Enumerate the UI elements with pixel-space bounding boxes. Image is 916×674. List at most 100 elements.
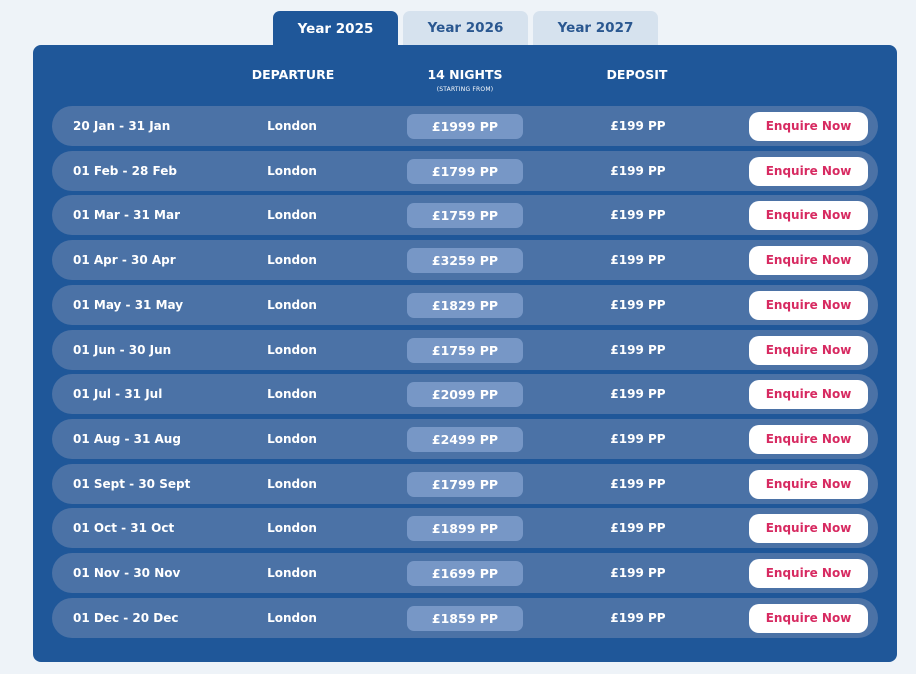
row-dates: 01 Aug - 31 Aug	[73, 432, 181, 446]
pricing-panel: DEPARTURE 14 NIGHTS (STARTING FROM) DEPO…	[33, 45, 897, 662]
enquire-now-button[interactable]: Enquire Now	[749, 558, 868, 588]
tab-year-2026[interactable]: Year 2026	[403, 11, 528, 45]
row-dates: 01 Sept - 30 Sept	[73, 477, 191, 491]
row-departure-city: London	[267, 566, 317, 580]
row-departure-city: London	[267, 208, 317, 222]
row-price: £1999 PP	[407, 113, 523, 139]
enquire-now-button[interactable]: Enquire Now	[749, 156, 868, 186]
row-deposit: £199 PP	[610, 432, 666, 446]
row-price-cell: £1899 PP	[407, 508, 523, 548]
row-deposit: £199 PP	[610, 477, 666, 491]
table-row: 01 Jun - 30 Jun London £1759 PP £199 PP Enqu…	[52, 330, 878, 370]
table-row: 01 Mar - 31 Mar London £1759 PP £199 PP Enqu…	[52, 195, 878, 235]
row-departure-city: London	[267, 164, 317, 178]
enquire-now-button[interactable]: Enquire Now	[749, 424, 868, 454]
tab-year-2027[interactable]: Year 2027	[533, 11, 658, 45]
row-cta-cell: Enquire Now	[749, 553, 868, 593]
row-dates: 20 Jan - 31 Jan	[73, 119, 171, 133]
table-row: 01 May - 31 May London £1829 PP £199 PP Enqu…	[52, 285, 878, 325]
header-nights: 14 NIGHTS (STARTING FROM)	[395, 67, 535, 93]
row-deposit: £199 PP	[610, 521, 666, 535]
row-departure-city: London	[267, 119, 317, 133]
row-cta-cell: Enquire Now	[749, 195, 868, 235]
row-price: £1799 PP	[407, 471, 523, 497]
tab-year-2025[interactable]: Year 2025	[273, 11, 398, 47]
row-deposit: £199 PP	[610, 298, 666, 312]
row-price-cell: £1799 PP	[407, 151, 523, 191]
row-price-cell: £1759 PP	[407, 330, 523, 370]
enquire-now-button[interactable]: Enquire Now	[749, 200, 868, 230]
row-price-cell: £3259 PP	[407, 240, 523, 280]
table-row: 20 Jan - 31 Jan London £1999 PP £199 PP Enqu…	[52, 106, 878, 146]
enquire-now-button[interactable]: Enquire Now	[749, 290, 868, 320]
table-row: 01 Jul - 31 Jul London £2099 PP £199 PP Enqu…	[52, 374, 878, 414]
header-nights-label: 14 NIGHTS	[427, 67, 503, 82]
enquire-now-button[interactable]: Enquire Now	[749, 335, 868, 365]
row-cta-cell: Enquire Now	[749, 374, 868, 414]
row-price: £2499 PP	[407, 426, 523, 452]
row-deposit: £199 PP	[610, 208, 666, 222]
table-row: 01 Aug - 31 Aug London £2499 PP £199 PP Enqu…	[52, 419, 878, 459]
table-row: 01 Nov - 30 Nov London £1699 PP £199 PP Enqu…	[52, 553, 878, 593]
row-price-cell: £1999 PP	[407, 106, 523, 146]
row-departure-city: London	[267, 521, 317, 535]
row-price-cell: £1829 PP	[407, 285, 523, 325]
header-departure: DEPARTURE	[251, 67, 335, 82]
row-deposit: £199 PP	[610, 343, 666, 357]
row-departure-city: London	[267, 298, 317, 312]
row-price: £1859 PP	[407, 605, 523, 631]
row-dates: 01 May - 31 May	[73, 298, 184, 312]
year-tabs: Year 2025 Year 2026 Year 2027	[273, 11, 658, 47]
row-departure-city: London	[267, 432, 317, 446]
enquire-now-button[interactable]: Enquire Now	[749, 111, 868, 141]
row-departure-city: London	[267, 611, 317, 625]
table-row: 01 Sept - 30 Sept London £1799 PP £199 PP En…	[52, 464, 878, 504]
row-cta-cell: Enquire Now	[749, 106, 868, 146]
row-dates: 01 Apr - 30 Apr	[73, 253, 176, 267]
row-deposit: £199 PP	[610, 387, 666, 401]
enquire-now-button[interactable]: Enquire Now	[749, 603, 868, 633]
row-price: £2099 PP	[407, 381, 523, 407]
enquire-now-button[interactable]: Enquire Now	[749, 513, 868, 543]
header-nights-sub: (STARTING FROM)	[436, 86, 494, 93]
row-cta-cell: Enquire Now	[749, 598, 868, 638]
row-deposit: £199 PP	[610, 566, 666, 580]
table-row: 01 Oct - 31 Oct London £1899 PP £199 PP Enqu…	[52, 508, 878, 548]
row-cta-cell: Enquire Now	[749, 285, 868, 325]
row-cta-cell: Enquire Now	[749, 419, 868, 459]
row-price: £1759 PP	[407, 337, 523, 363]
table-row: 01 Apr - 30 Apr London £3259 PP £199 PP Enqu…	[52, 240, 878, 280]
row-departure-city: London	[267, 387, 317, 401]
row-dates: 01 Jul - 31 Jul	[73, 387, 163, 401]
row-price: £1899 PP	[407, 515, 523, 541]
row-cta-cell: Enquire Now	[749, 464, 868, 504]
row-price: £1699 PP	[407, 560, 523, 586]
row-price-cell: £2099 PP	[407, 374, 523, 414]
row-dates: 01 Jun - 30 Jun	[73, 343, 172, 357]
row-cta-cell: Enquire Now	[749, 151, 868, 191]
table-row: 01 Dec - 20 Dec London £1859 PP £199 PP Enqu…	[52, 598, 878, 638]
row-dates: 01 Dec - 20 Dec	[73, 611, 179, 625]
row-price-cell: £1799 PP	[407, 464, 523, 504]
row-deposit: £199 PP	[610, 253, 666, 267]
row-dates: 01 Mar - 31 Mar	[73, 208, 181, 222]
row-deposit: £199 PP	[610, 119, 666, 133]
row-cta-cell: Enquire Now	[749, 240, 868, 280]
table-row: 01 Feb - 28 Feb London £1799 PP £199 PP Enqu…	[52, 151, 878, 191]
enquire-now-button[interactable]: Enquire Now	[749, 469, 868, 499]
row-price-cell: £1699 PP	[407, 553, 523, 593]
row-price-cell: £1859 PP	[407, 598, 523, 638]
enquire-now-button[interactable]: Enquire Now	[749, 245, 868, 275]
row-price: £1799 PP	[407, 158, 523, 184]
row-dates: 01 Nov - 30 Nov	[73, 566, 181, 580]
row-deposit: £199 PP	[610, 611, 666, 625]
row-cta-cell: Enquire Now	[749, 508, 868, 548]
row-departure-city: London	[267, 253, 317, 267]
row-price-cell: £2499 PP	[407, 419, 523, 459]
row-departure-city: London	[267, 343, 317, 357]
row-deposit: £199 PP	[610, 164, 666, 178]
header-deposit: DEPOSIT	[606, 67, 668, 82]
enquire-now-button[interactable]: Enquire Now	[749, 379, 868, 409]
row-price: £3259 PP	[407, 247, 523, 273]
row-price-cell: £1759 PP	[407, 195, 523, 235]
